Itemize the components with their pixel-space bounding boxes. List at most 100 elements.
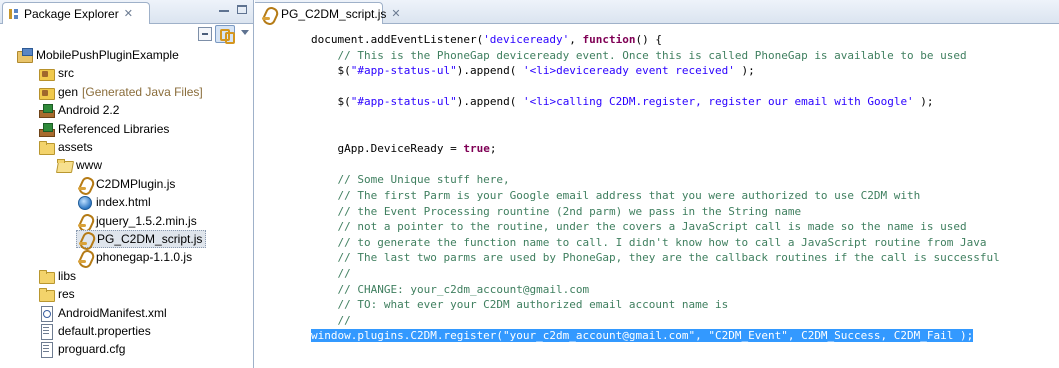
- tree-item-label: Android 2.2: [58, 103, 120, 118]
- tree-item[interactable]: Referenced Libraries: [38, 120, 169, 138]
- tree-item-label: res: [58, 287, 75, 302]
- code-line[interactable]: [255, 157, 1059, 173]
- code-line[interactable]: //: [255, 313, 1059, 329]
- minimize-icon: [219, 6, 229, 12]
- tree-item[interactable]: jquery_1.5.2.min.js: [76, 212, 197, 230]
- code-line[interactable]: // not a pointer to the routine, under t…: [255, 219, 1059, 235]
- code-line[interactable]: document.addEventListener('deviceready',…: [255, 32, 1059, 48]
- tree-item[interactable]: res: [38, 285, 75, 303]
- code-token: '<li>deviceready event received': [522, 64, 735, 78]
- close-icon[interactable]: ✕: [391, 7, 400, 20]
- code-token: // not a pointer to the routine, under t…: [311, 220, 967, 234]
- tree-item[interactable]: www: [56, 156, 102, 174]
- code-line[interactable]: // The last two parms are used by PhoneG…: [255, 250, 1059, 266]
- tree-item-label: C2DMPlugin.js: [96, 176, 176, 191]
- folder-open-icon: [56, 157, 72, 173]
- tree-item[interactable]: src: [38, 64, 74, 82]
- code-lines[interactable]: document.addEventListener('deviceready',…: [255, 32, 1059, 344]
- code-token: '<li>calling C2DM.register, register our…: [522, 95, 914, 109]
- tree-item[interactable]: phonegap-1.1.0.js: [76, 248, 192, 266]
- code-token: true: [463, 142, 490, 156]
- tab-package-explorer-label: Package Explorer: [24, 6, 119, 21]
- code-token: gApp.DeviceReady =: [311, 142, 464, 156]
- code-token: // to generate the function name to call…: [311, 235, 987, 249]
- code-token: // Some Unique stuff here,: [311, 173, 510, 187]
- code-token: function: [582, 33, 636, 46]
- tab-pg-c2dm-script[interactable]: PG_C2DM_script.js ✕: [255, 2, 401, 24]
- code-token: // This is the PhoneGap deviceready even…: [311, 48, 967, 62]
- code-token: );: [913, 95, 934, 109]
- code-token: // CHANGE: your_c2dm_account@gmail.com: [311, 282, 590, 296]
- tree-item-label: proguard.cfg: [58, 342, 126, 357]
- code-line[interactable]: [255, 126, 1059, 142]
- tree-item-label: gen: [58, 84, 79, 99]
- tree-item[interactable]: index.html: [76, 193, 151, 211]
- code-line[interactable]: [255, 79, 1059, 95]
- tree-item[interactable]: C2DMPlugin.js: [76, 175, 175, 193]
- tree-item[interactable]: PG_C2DM_script.js: [76, 230, 207, 248]
- link-with-editor-icon[interactable]: [215, 25, 235, 44]
- tree-item-label: MobilePushPluginExample: [36, 48, 179, 62]
- collapse-all-icon[interactable]: [198, 27, 212, 41]
- code-line[interactable]: // to generate the function name to call…: [255, 235, 1059, 251]
- code-token: // TO: what ever your C2DM authorized em…: [311, 298, 729, 312]
- code-line[interactable]: $("#app-status-ul").append( '<li>calling…: [255, 94, 1059, 110]
- maximize-button[interactable]: [237, 5, 249, 16]
- tree-item[interactable]: proguard.cfg: [38, 340, 126, 359]
- tab-package-explorer[interactable]: Package Explorer ✕: [2, 2, 150, 24]
- code-editor: PG_C2DM_script.js ✕ document.addEventLis…: [255, 0, 1059, 368]
- xmlfile-icon: [38, 305, 54, 322]
- tree-item-label: PG_C2DM_script.js: [97, 232, 203, 246]
- tree-item[interactable]: default.properties: [38, 322, 151, 340]
- code-line[interactable]: // CHANGE: your_c2dm_account@gmail.com: [255, 282, 1059, 298]
- code-line[interactable]: // the Event Processing rountine (2nd pa…: [255, 204, 1059, 220]
- library-icon: [38, 121, 55, 137]
- view-menu-chevron-icon[interactable]: [241, 30, 249, 35]
- code-token: window.plugins.C2DM.register("your_c2dm_…: [311, 329, 974, 343]
- code-line[interactable]: gApp.DeviceReady = true;: [255, 141, 1059, 157]
- code-line[interactable]: // The first Parm is your Google email a…: [255, 188, 1059, 204]
- code-line[interactable]: window.plugins.C2DM.register("your_c2dm_…: [255, 328, 1059, 344]
- tree-item[interactable]: MobilePushPluginExample: [16, 46, 179, 64]
- code-token: ).append(: [456, 64, 523, 78]
- srcfolder-icon: [38, 84, 55, 100]
- code-token: // The first Parm is your Google email a…: [311, 188, 921, 202]
- tree-item[interactable]: gen [Generated Java Files]: [38, 83, 203, 101]
- library-icon: [38, 102, 55, 119]
- javascript-file-icon: [260, 6, 276, 22]
- tree-item-label: index.html: [96, 195, 151, 210]
- tree-item-label: AndroidManifest.xml: [58, 305, 167, 320]
- code-line[interactable]: [255, 110, 1059, 126]
- code-line[interactable]: //: [255, 266, 1059, 282]
- tree-item[interactable]: Android 2.2: [38, 101, 119, 119]
- code-line[interactable]: // This is the PhoneGap deviceready even…: [255, 48, 1059, 64]
- explorer-toolbar: [0, 24, 253, 44]
- code-token: $(: [311, 64, 351, 78]
- minimize-button[interactable]: [219, 5, 231, 16]
- code-token: ,: [569, 33, 583, 46]
- editor-tab-label: PG_C2DM_script.js: [281, 6, 387, 21]
- htmlfile-icon: [76, 194, 92, 211]
- view-controls: [219, 5, 249, 16]
- jsfile-icon: [76, 176, 92, 192]
- jsfile-icon: [76, 213, 92, 229]
- project-icon: [16, 47, 33, 63]
- tree-item[interactable]: assets: [38, 138, 93, 156]
- tree-item[interactable]: libs: [38, 267, 76, 285]
- tree-item-decorator: [Generated Java Files]: [82, 84, 203, 99]
- tree-item-label: assets: [58, 140, 93, 154]
- close-icon[interactable]: ✕: [124, 7, 133, 20]
- code-token: document.addEventListener(: [311, 33, 484, 46]
- folder-icon: [38, 268, 55, 284]
- code-line[interactable]: // Some Unique stuff here,: [255, 172, 1059, 188]
- package-explorer-icon: [9, 8, 19, 20]
- maximize-icon: [237, 5, 247, 14]
- tree-item[interactable]: AndroidManifest.xml: [38, 304, 167, 322]
- code-line[interactable]: // TO: what ever your C2DM authorized em…: [255, 297, 1059, 313]
- code-line[interactable]: $("#app-status-ul").append( '<li>devicer…: [255, 63, 1059, 79]
- jsfile-icon: [77, 231, 93, 247]
- tree-item-label: jquery_1.5.2.min.js: [96, 213, 197, 228]
- editor-text-area[interactable]: document.addEventListener('deviceready',…: [255, 24, 1059, 368]
- tree-item-label: www: [76, 158, 102, 173]
- code-token: ).append(: [456, 95, 523, 109]
